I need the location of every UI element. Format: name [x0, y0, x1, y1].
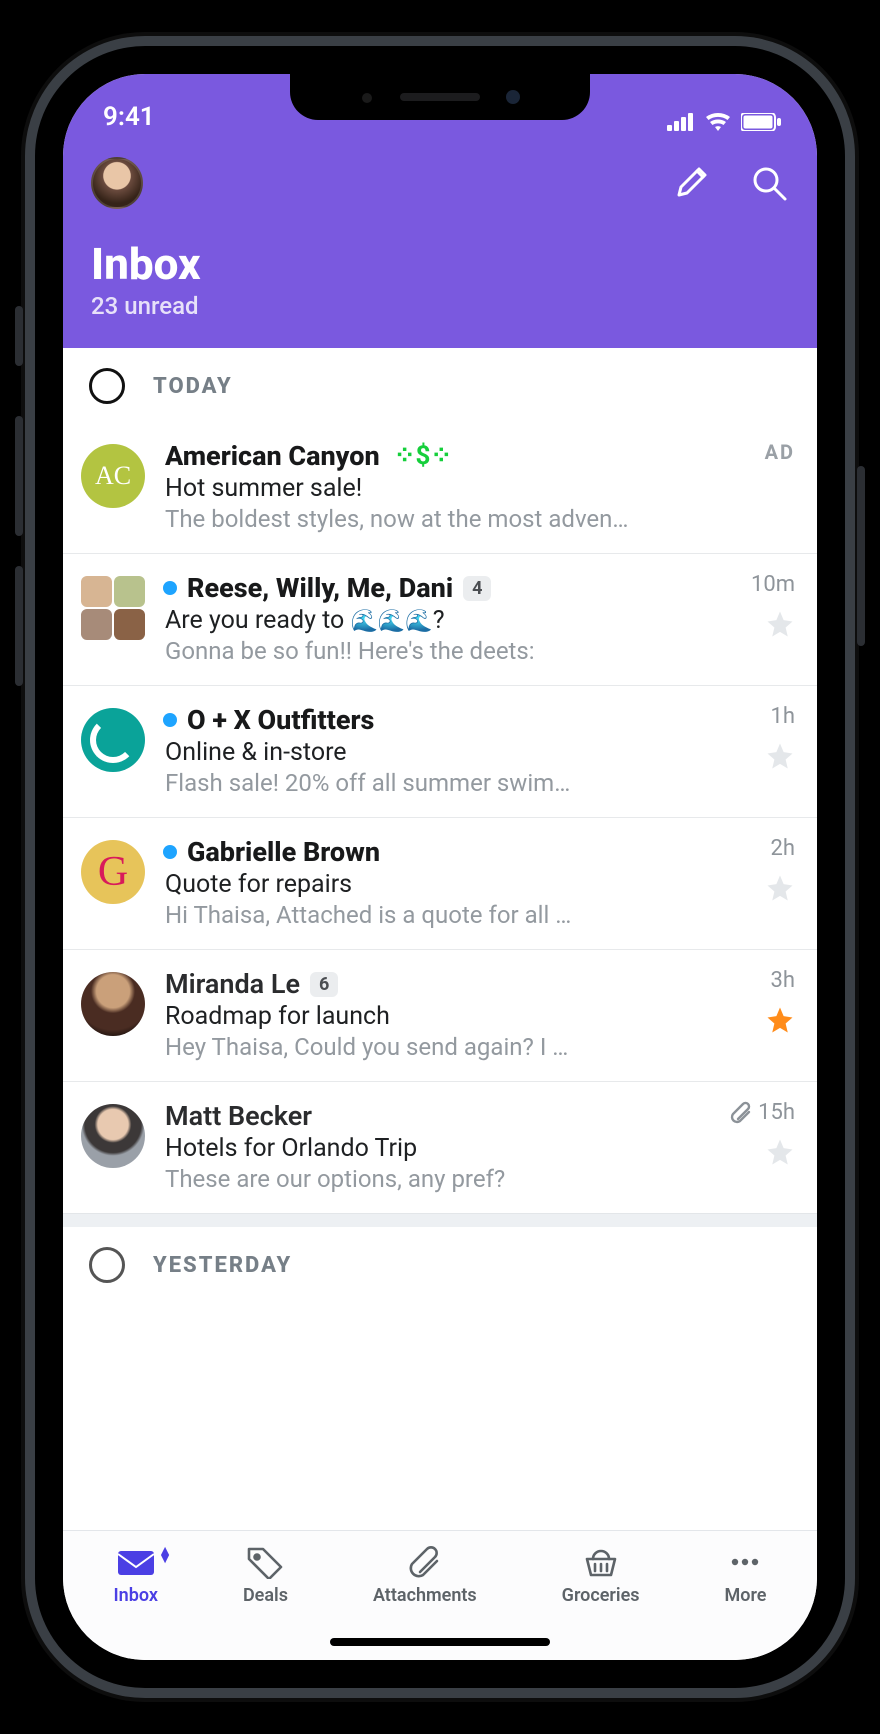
message-subject: Hot summer sale! [165, 474, 705, 503]
sender-name: Reese, Willy, Me, Dani [187, 572, 453, 604]
avatar-initials: G [81, 840, 145, 904]
message-preview: Flash sale! 20% off all summer swim… [165, 769, 705, 797]
more-dots-icon [725, 1545, 765, 1579]
section-yesterday: YESTERDAY [63, 1227, 817, 1283]
avatar-brand [81, 708, 145, 772]
tab-label: Attachments [373, 1585, 477, 1606]
message-subject: Online & in-store [165, 738, 705, 767]
compose-icon[interactable] [671, 163, 711, 203]
tab-inbox[interactable]: ▲▼ Inbox [113, 1545, 157, 1660]
message-row[interactable]: G Gabrielle Brown Quote for repairs Hi T… [63, 818, 817, 950]
page-title: Inbox [91, 238, 789, 290]
section-gap [63, 1213, 817, 1227]
search-icon[interactable] [749, 163, 789, 203]
sender-name: Matt Becker [165, 1100, 312, 1132]
profile-avatar[interactable] [91, 157, 143, 209]
message-row[interactable]: O + X Outfitters Online & in-store Flash… [63, 686, 817, 818]
inbox-header: Inbox 23 unread [63, 138, 817, 348]
tab-label: Inbox [113, 1585, 157, 1606]
message-preview: These are our options, any pref? [165, 1165, 705, 1193]
cellular-icon [667, 113, 695, 131]
wave-emoji: 🌊🌊🌊 [351, 609, 433, 634]
sort-arrows-icon: ▲▼ [158, 1547, 172, 1563]
star-toggle[interactable] [765, 741, 795, 771]
sponsored-icon: ⁘$⁘ [394, 441, 453, 471]
message-preview: Gonna be so fun!! Here's the deets: [165, 637, 705, 665]
message-time: 3h [771, 968, 795, 993]
unread-dot [163, 713, 177, 727]
tab-more[interactable]: More [725, 1545, 767, 1660]
tab-label: Deals [243, 1585, 288, 1606]
battery-icon [741, 113, 781, 131]
avatar-group [81, 576, 145, 640]
paperclip-icon [405, 1545, 445, 1579]
wifi-icon [705, 112, 731, 132]
thread-count: 6 [310, 972, 338, 997]
tab-groceries[interactable]: Groceries [562, 1545, 640, 1660]
message-preview: The boldest styles, now at the most adve… [165, 505, 705, 533]
select-all-today[interactable] [89, 368, 125, 404]
sender-name: Miranda Le [165, 968, 300, 1000]
section-label: YESTERDAY [153, 1253, 292, 1278]
message-time: 10m [751, 572, 795, 597]
message-preview: Hi Thaisa, Attached is a quote for all … [165, 901, 705, 929]
sender-name: O + X Outfitters [187, 704, 374, 736]
select-all-yesterday[interactable] [89, 1247, 125, 1283]
unread-dot [163, 845, 177, 859]
envelope-icon [116, 1545, 156, 1579]
message-list: AC American Canyon ⁘$⁘ Hot summer sale! … [63, 422, 817, 1213]
message-row-ad[interactable]: AC American Canyon ⁘$⁘ Hot summer sale! … [63, 422, 817, 554]
message-time: 2h [771, 836, 795, 861]
home-indicator[interactable] [330, 1638, 550, 1646]
message-subject: Hotels for Orlando Trip [165, 1134, 705, 1163]
message-row[interactable]: Miranda Le 6 Roadmap for launch Hey Thai… [63, 950, 817, 1082]
avatar-photo [81, 972, 145, 1036]
star-toggle[interactable] [765, 1005, 795, 1035]
section-today: TODAY [63, 348, 817, 422]
device-notch [290, 74, 590, 120]
message-row[interactable]: Matt Becker Hotels for Orlando Trip Thes… [63, 1082, 817, 1213]
message-preview: Hey Thaisa, Could you send again? I … [165, 1033, 705, 1061]
message-time: 15h [758, 1100, 795, 1125]
message-subject: Quote for repairs [165, 870, 705, 899]
basket-icon [581, 1545, 621, 1579]
tab-deals[interactable]: Deals [243, 1545, 288, 1660]
tag-icon [245, 1545, 285, 1579]
avatar-photo [81, 1104, 145, 1168]
sender-name: Gabrielle Brown [187, 836, 380, 868]
unread-dot [163, 581, 177, 595]
status-time: 9:41 [103, 102, 155, 132]
avatar-initials: AC [81, 444, 145, 508]
message-subject: Roadmap for launch [165, 1002, 705, 1031]
tab-label: Groceries [562, 1585, 640, 1606]
thread-count: 4 [463, 576, 491, 601]
star-toggle[interactable] [765, 873, 795, 903]
message-row[interactable]: Reese, Willy, Me, Dani 4 Are you ready t… [63, 554, 817, 686]
sender-name: American Canyon [165, 440, 380, 472]
star-toggle[interactable] [765, 1137, 795, 1167]
message-subject: Are you ready to 🌊🌊🌊? [165, 606, 705, 635]
message-time: 1h [771, 704, 795, 729]
star-toggle[interactable] [765, 609, 795, 639]
section-label: TODAY [153, 374, 233, 399]
ad-label: AD [765, 440, 795, 464]
attachment-icon [728, 1101, 752, 1125]
unread-count: 23 unread [91, 292, 789, 320]
tab-label: More [725, 1585, 767, 1606]
